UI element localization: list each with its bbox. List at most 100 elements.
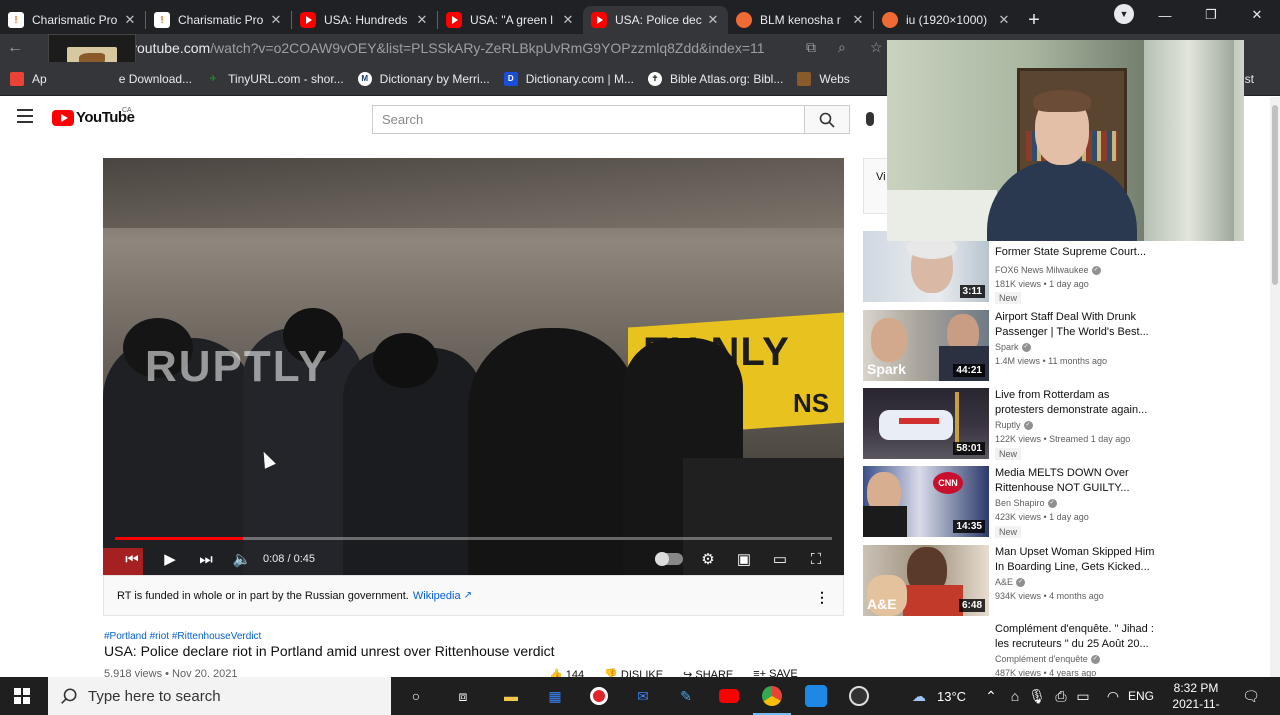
country-code: CA bbox=[122, 107, 132, 114]
next-icon[interactable]: ⏭ bbox=[195, 548, 217, 570]
mail-icon[interactable]: ✉ bbox=[632, 685, 654, 707]
obs-icon[interactable] bbox=[848, 685, 870, 707]
bookmark-merriam[interactable]: M Dictionary by Merri... bbox=[357, 71, 490, 86]
close-window-icon[interactable]: ✕ bbox=[1234, 0, 1280, 30]
close-tab-icon[interactable]: ✕ bbox=[997, 12, 1011, 28]
youtube-play-logo-icon bbox=[52, 109, 74, 126]
zoom-icon[interactable]: ⌕ bbox=[838, 39, 846, 56]
close-tab-icon[interactable]: ✕ bbox=[706, 12, 720, 28]
device-icon[interactable]: ⌂ bbox=[1004, 685, 1026, 707]
microphone-icon[interactable] bbox=[866, 112, 874, 126]
search-button[interactable] bbox=[804, 105, 850, 134]
system-clock[interactable]: 8:32 PM 2021-11-20 bbox=[1166, 680, 1226, 715]
close-tab-icon[interactable]: ✕ bbox=[851, 12, 865, 28]
video-progress-bar[interactable] bbox=[115, 537, 832, 540]
apps-bookmark[interactable]: Ap bbox=[10, 71, 47, 86]
browser-tab[interactable]: ! Charismatic Pro ✕ bbox=[146, 6, 291, 34]
youtube-app-icon[interactable] bbox=[718, 685, 740, 707]
video-hashtags[interactable]: #Portland #riot #RittenhouseVerdict bbox=[104, 631, 261, 642]
recommended-video[interactable]: 3:11 Former State Supreme Court... FOX6 … bbox=[863, 231, 1163, 305]
close-tab-icon[interactable]: ✕ bbox=[269, 12, 283, 28]
bookmark-star-icon[interactable]: ☆ bbox=[870, 39, 883, 56]
taskbar-search-input[interactable]: Type here to search bbox=[48, 677, 391, 715]
battery-icon[interactable]: ▭ bbox=[1072, 685, 1094, 707]
record-icon[interactable] bbox=[588, 685, 610, 707]
fullscreen-icon[interactable]: ⛶ bbox=[805, 548, 827, 570]
browser-tab[interactable]: ! Charismatic Pro ✕ bbox=[0, 6, 145, 34]
recommended-video[interactable]: Spark 44:21 Airport Staff Deal With Drun… bbox=[863, 310, 1163, 384]
page-scrollbar[interactable] bbox=[1270, 97, 1280, 677]
network-share-icon[interactable]: ⎙ bbox=[1050, 685, 1072, 707]
clock-time: 8:32 PM bbox=[1173, 681, 1219, 695]
cortana-icon[interactable]: ○ bbox=[405, 685, 427, 707]
show-hidden-icons-chevron-icon[interactable]: ⌃ bbox=[980, 685, 1002, 707]
start-button[interactable] bbox=[0, 677, 44, 715]
close-tab-icon[interactable]: ✕ bbox=[561, 12, 575, 28]
new-badge: New bbox=[995, 448, 1022, 460]
minimize-icon[interactable]: — bbox=[1142, 0, 1188, 30]
microphone-tray-icon[interactable]: 🎙 bbox=[1026, 685, 1048, 707]
bookmark-download[interactable]: e Download... bbox=[119, 72, 192, 86]
new-badge: New bbox=[995, 526, 1022, 538]
bookmark-bible-atlas[interactable]: ✝ Bible Atlas.org: Bibl... bbox=[647, 71, 783, 86]
recommended-title: Live from Rotterdam as protesters demons… bbox=[995, 389, 1148, 416]
youtube-logo[interactable]: YouTube CA bbox=[52, 107, 135, 126]
miniplayer-icon[interactable]: ▣ bbox=[733, 548, 755, 570]
store-icon[interactable]: ▦ bbox=[544, 685, 566, 707]
volume-icon[interactable]: 🔈 bbox=[231, 548, 253, 570]
close-tab-icon[interactable]: ✕ bbox=[415, 12, 429, 28]
taskbar-search-placeholder: Type here to search bbox=[88, 687, 221, 705]
recommended-title: Media MELTS DOWN Over Rittenhouse NOT GU… bbox=[995, 467, 1130, 494]
recommended-video[interactable]: A&E 6:48 Man Upset Woman Skipped Him In … bbox=[863, 545, 1163, 619]
browser-tab[interactable]: iu (1920×1000) ✕ bbox=[874, 6, 1019, 34]
chrome-icon[interactable] bbox=[753, 685, 791, 715]
tab-title: USA: Hundreds bbox=[324, 13, 408, 27]
recommended-stats: 1.4M views • 11 months ago bbox=[995, 356, 1108, 366]
restore-icon[interactable]: ❐ bbox=[1188, 0, 1234, 30]
search-input[interactable]: Search bbox=[372, 105, 804, 134]
bookmark-webs[interactable]: Webs bbox=[797, 71, 850, 86]
tab-search-icon[interactable]: ▼ bbox=[1114, 4, 1134, 24]
close-tab-icon[interactable]: ✕ bbox=[123, 12, 137, 28]
recommended-stats: 487K views • 4 years ago bbox=[995, 668, 1097, 677]
hamburger-menu-icon[interactable] bbox=[17, 109, 33, 123]
paint-icon[interactable]: ✎ bbox=[675, 685, 697, 707]
charismatic-favicon-icon: ! bbox=[154, 12, 170, 28]
funding-notice: RT is funded in whole or in part by the … bbox=[103, 575, 844, 616]
previous-icon[interactable]: ⏮ bbox=[121, 548, 143, 570]
notifications-icon[interactable]: 🗨 bbox=[1240, 685, 1262, 707]
settings-gear-icon[interactable]: ⚙ bbox=[697, 548, 719, 570]
wifi-icon[interactable]: ◠ bbox=[1102, 685, 1124, 707]
webcam-overlay bbox=[887, 40, 1244, 241]
task-view-icon[interactable]: ⧈ bbox=[452, 685, 474, 707]
recommended-video[interactable]: 58:01 Live from Rotterdam as protesters … bbox=[863, 388, 1163, 462]
address-bar[interactable]: youtube.com/watch?v=o2COAW9vOEY&list=PLS… bbox=[130, 36, 890, 60]
back-arrow-icon[interactable]: ← bbox=[0, 39, 30, 57]
more-options-icon[interactable]: ⋮ bbox=[815, 589, 829, 606]
video-player[interactable]: EX NLY NS RUPTLY ⏮ ▶ ⏭ 🔈 0:08 / 0:45 ⚙ bbox=[103, 158, 844, 575]
app-icon[interactable] bbox=[805, 685, 827, 707]
recommended-video[interactable]: Complément d'enquête. " Jihad : les recr… bbox=[863, 622, 1163, 677]
spark-thumbnail-text: Spark bbox=[867, 361, 906, 377]
autoplay-toggle[interactable] bbox=[655, 552, 683, 566]
video-duration: 6:48 bbox=[958, 599, 985, 612]
recommended-video[interactable]: CNN 14:35 Media MELTS DOWN Over Rittenho… bbox=[863, 466, 1163, 540]
new-tab-button[interactable]: + bbox=[1019, 6, 1049, 34]
ae-thumbnail-text: A&E bbox=[867, 596, 897, 612]
wikipedia-link[interactable]: Wikipedia bbox=[413, 590, 461, 602]
browser-tab[interactable]: BLM kenosha r ✕ bbox=[728, 6, 873, 34]
browser-tab[interactable]: USA: Hundreds ✕ bbox=[292, 6, 437, 34]
browser-tab-active[interactable]: USA: Police dec ✕ bbox=[583, 6, 728, 34]
browser-tab[interactable]: USA: "A green l ✕ bbox=[438, 6, 583, 34]
video-thumbnail: A&E 6:48 bbox=[863, 545, 989, 616]
theater-mode-icon[interactable]: ▭ bbox=[769, 548, 791, 570]
play-icon[interactable]: ▶ bbox=[159, 548, 181, 570]
language-indicator[interactable]: ENG bbox=[1128, 689, 1154, 703]
bookmark-dictionary[interactable]: D Dictionary.com | M... bbox=[503, 71, 634, 86]
player-controls: ⏮ ▶ ⏭ 🔈 0:08 / 0:45 ⚙ ▣ ▭ ⛶ bbox=[103, 544, 844, 574]
open-in-app-icon[interactable]: ⧉ bbox=[806, 39, 816, 56]
file-explorer-icon[interactable]: ▬ bbox=[500, 685, 522, 707]
scrollbar-thumb[interactable] bbox=[1272, 105, 1278, 285]
bookmark-tinyurl[interactable]: ✈ TinyURL.com - shor... bbox=[206, 72, 344, 86]
video-duration: 44:21 bbox=[953, 364, 985, 377]
